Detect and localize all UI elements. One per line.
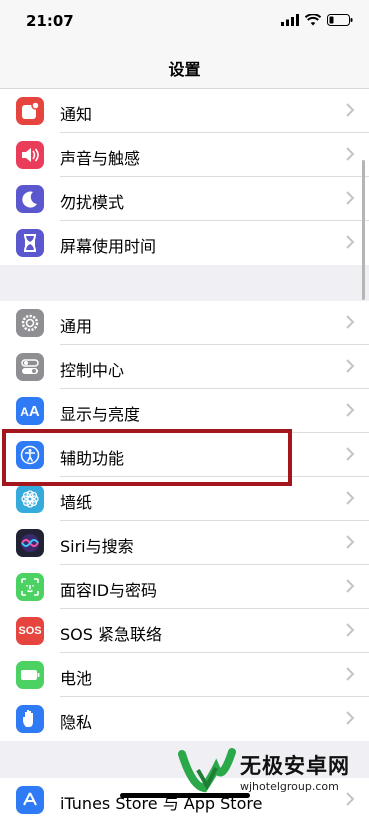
settings-row[interactable]: 声音与触感 bbox=[0, 133, 369, 177]
watermark-logo-icon bbox=[178, 748, 236, 793]
chevron-right-icon bbox=[346, 535, 355, 549]
chevron-right-icon bbox=[346, 403, 355, 417]
switches-icon bbox=[16, 353, 44, 381]
status-icons bbox=[281, 14, 353, 26]
chevron-right-icon bbox=[346, 491, 355, 505]
settings-row[interactable]: 隐私 bbox=[0, 697, 369, 741]
battery-status-icon bbox=[327, 14, 353, 26]
settings-row[interactable]: 电池 bbox=[0, 653, 369, 697]
moon-icon bbox=[16, 185, 44, 213]
signal-icon bbox=[281, 14, 299, 26]
chevron-right-icon bbox=[346, 191, 355, 205]
icon-text: SOS bbox=[18, 625, 42, 637]
watermark-url: wjhotelgroup.com bbox=[240, 779, 339, 793]
settings-row[interactable]: 控制中心 bbox=[0, 345, 369, 389]
chevron-right-icon bbox=[346, 359, 355, 373]
settings-row[interactable]: 勿扰模式 bbox=[0, 177, 369, 221]
scroll-indicator[interactable] bbox=[362, 160, 365, 300]
chevron-right-icon bbox=[346, 315, 355, 329]
battery-icon bbox=[16, 661, 44, 689]
settings-row-label: 声音与触感 bbox=[60, 149, 141, 168]
settings-group-1: 通知声音与触感勿扰模式屏幕使用时间 bbox=[0, 89, 369, 265]
settings-row-label: 通用 bbox=[60, 317, 93, 336]
settings-row-label: 通知 bbox=[60, 105, 93, 124]
chevron-right-icon bbox=[346, 623, 355, 637]
face-id-icon bbox=[16, 573, 44, 601]
home-indicator bbox=[120, 793, 250, 798]
highlight-box bbox=[2, 429, 292, 486]
gear-icon bbox=[16, 309, 44, 337]
settings-row[interactable]: Siri与搜索 bbox=[0, 521, 369, 565]
settings-row[interactable]: AA 显示与亮度 bbox=[0, 389, 369, 433]
chevron-right-icon bbox=[346, 235, 355, 249]
settings-row-label: 勿扰模式 bbox=[60, 193, 125, 212]
settings-row[interactable]: 通用 bbox=[0, 301, 369, 345]
chevron-right-icon bbox=[346, 103, 355, 117]
chevron-right-icon bbox=[346, 711, 355, 725]
chevron-right-icon bbox=[346, 147, 355, 161]
sos-icon: SOS bbox=[16, 617, 44, 645]
status-bar: 21:07 bbox=[0, 0, 369, 44]
settings-group-2: 通用 控制中心 AA 显示与亮度 辅助功能 墙纸 Siri与搜索 面容ID与密码 SOS SOS … bbox=[0, 301, 369, 741]
watermark-title: 无极安卓网 bbox=[240, 753, 350, 778]
chevron-right-icon bbox=[346, 447, 355, 461]
settings-row-label: 墙纸 bbox=[60, 493, 93, 512]
settings-row-label: 控制中心 bbox=[60, 361, 125, 380]
nav-bar: 设置 bbox=[0, 44, 369, 89]
watermark: 无极安卓网 wjhotelgroup.com bbox=[178, 742, 369, 800]
settings-row-label: 面容ID与密码 bbox=[60, 581, 158, 600]
siri-icon bbox=[16, 529, 44, 557]
chevron-right-icon bbox=[346, 579, 355, 593]
chevron-right-icon bbox=[346, 667, 355, 681]
notifications-icon bbox=[16, 97, 44, 125]
status-time: 21:07 bbox=[26, 12, 74, 30]
settings-row[interactable]: SOS SOS 紧急联络 bbox=[0, 609, 369, 653]
settings-row-label: Siri与搜索 bbox=[60, 537, 134, 556]
app-store-icon bbox=[16, 786, 44, 814]
hand-icon bbox=[16, 705, 44, 733]
settings-row-label: 显示与亮度 bbox=[60, 405, 141, 424]
settings-row-label: 电池 bbox=[60, 669, 93, 688]
settings-row-label: SOS 紧急联络 bbox=[60, 625, 162, 644]
settings-row-label: 隐私 bbox=[60, 713, 93, 732]
flower-icon bbox=[16, 485, 44, 513]
text-size-icon: AA bbox=[16, 397, 44, 425]
settings-row[interactable]: 面容ID与密码 bbox=[0, 565, 369, 609]
hourglass-icon bbox=[16, 229, 44, 257]
settings-row[interactable]: 屏幕使用时间 bbox=[0, 221, 369, 265]
settings-row-label: 屏幕使用时间 bbox=[60, 237, 157, 256]
page-title: 设置 bbox=[168, 60, 201, 79]
wifi-icon bbox=[305, 14, 321, 26]
settings-row[interactable]: 通知 bbox=[0, 89, 369, 133]
sounds-icon bbox=[16, 141, 44, 169]
